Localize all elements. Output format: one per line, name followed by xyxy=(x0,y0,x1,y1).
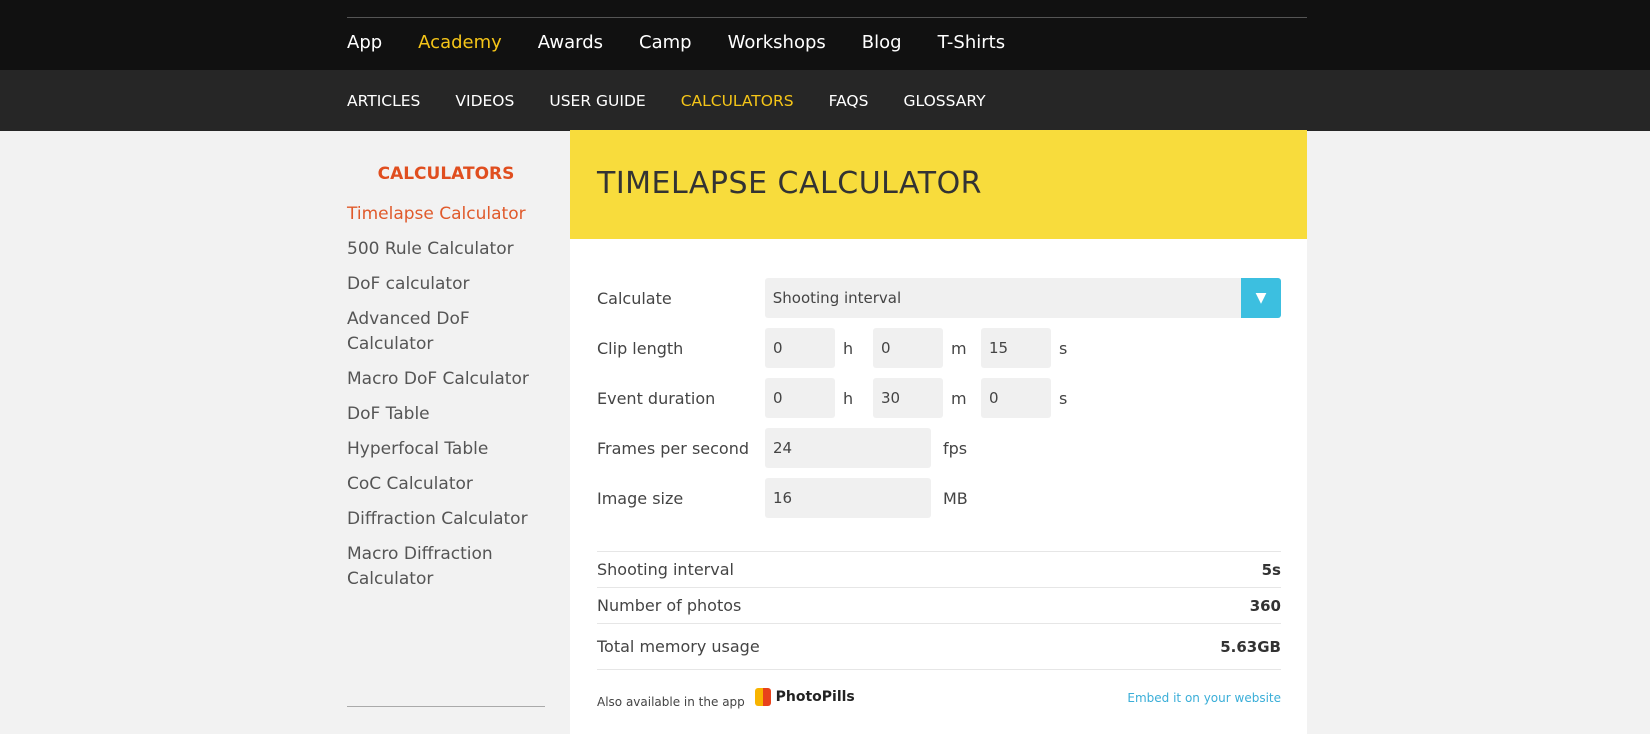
subnav-glossary[interactable]: GLOSSARY xyxy=(903,92,985,110)
clip-hours-input[interactable]: 0 xyxy=(765,328,835,368)
embed-link[interactable]: Embed it on your website xyxy=(1127,691,1281,705)
subnav-articles[interactable]: ARTICLES xyxy=(347,92,420,110)
nav-blog[interactable]: Blog xyxy=(862,32,902,53)
clip-minutes-input[interactable]: 0 xyxy=(873,328,943,368)
photopills-icon xyxy=(754,687,771,706)
unit-label: m xyxy=(951,388,967,408)
fps-label: Frames per second xyxy=(597,438,749,458)
divider xyxy=(347,17,1307,18)
sidebar-item[interactable]: Hyperfocal Table xyxy=(347,437,545,462)
event-seconds-input[interactable]: 0 xyxy=(981,378,1051,418)
result-label: Shooting interval xyxy=(597,560,734,579)
nav-workshops[interactable]: Workshops xyxy=(728,32,826,53)
result-label: Number of photos xyxy=(597,596,742,615)
clip-length-label: Clip length xyxy=(597,338,684,358)
sidebar-item[interactable]: 500 Rule Calculator xyxy=(347,237,545,262)
result-row: Total memory usage 5.63GB xyxy=(597,624,1281,670)
result-value: 5.63GB xyxy=(1220,637,1281,656)
sidebar-item[interactable]: DoF calculator xyxy=(347,272,545,297)
fps-unit: fps xyxy=(943,438,968,458)
calculator-panel: TIMELAPSE CALCULATOR Calculate Shooting … xyxy=(570,130,1307,734)
nav-app[interactable]: App xyxy=(347,32,382,53)
unit-label: h xyxy=(843,388,854,408)
subnav-faqs[interactable]: FAQS xyxy=(829,92,869,110)
calculate-label: Calculate xyxy=(597,288,672,308)
subnav-videos[interactable]: VIDEOS xyxy=(455,92,514,110)
sidebar-title: CALCULATORS xyxy=(377,164,515,184)
nav-academy[interactable]: Academy xyxy=(418,32,502,53)
result-label: Total memory usage xyxy=(597,637,760,656)
unit-label: m xyxy=(951,338,967,358)
image-size-input[interactable]: 16 xyxy=(765,478,931,518)
chevron-down-icon[interactable]: ▼ xyxy=(1241,278,1281,318)
nav-tshirts[interactable]: T-Shirts xyxy=(938,32,1006,53)
nav-awards[interactable]: Awards xyxy=(538,32,603,53)
results: Shooting interval 5s Number of photos 360 … xyxy=(597,551,1281,670)
sidebar-divider xyxy=(347,706,545,707)
sidebar-item[interactable]: CoC Calculator xyxy=(347,472,545,497)
result-value: 360 xyxy=(1249,596,1281,615)
app-name: PhotoPills xyxy=(775,688,855,705)
panel-footer: Also available in the app PhotoPills Emb… xyxy=(597,670,1281,726)
subnav-user-guide[interactable]: USER GUIDE xyxy=(549,92,645,110)
main-nav: App Academy Awards Camp Workshops Blog T… xyxy=(347,32,1005,53)
page-title: TIMELAPSE CALCULATOR xyxy=(570,130,1307,239)
sidebar-item[interactable]: Macro DoF Calculator xyxy=(347,367,545,392)
subnav-calculators[interactable]: CALCULATORS xyxy=(681,92,794,110)
event-minutes-input[interactable]: 30 xyxy=(873,378,943,418)
top-bar: App Academy Awards Camp Workshops Blog T… xyxy=(0,0,1650,70)
sidebar-item[interactable]: Macro Diffraction Calculator xyxy=(347,542,497,592)
result-value: 5s xyxy=(1261,560,1281,579)
photopills-logo[interactable]: PhotoPills xyxy=(754,687,855,706)
image-size-label: Image size xyxy=(597,488,684,508)
calculate-value: Shooting interval xyxy=(772,289,902,307)
sidebar-item[interactable]: Advanced DoF Calculator xyxy=(347,307,487,357)
sidebar-item[interactable]: Diffraction Calculator xyxy=(347,507,545,532)
event-hours-input[interactable]: 0 xyxy=(765,378,835,418)
sidebar-item[interactable]: DoF Table xyxy=(347,402,545,427)
available-text: Also available in the app xyxy=(597,694,745,709)
sidebar-item[interactable]: Timelapse Calculator xyxy=(347,202,545,227)
calculator-form: Calculate Shooting interval ▼ Clip lengt… xyxy=(570,239,1307,523)
unit-label: s xyxy=(1059,338,1068,358)
nav-camp[interactable]: Camp xyxy=(639,32,692,53)
result-row: Shooting interval 5s xyxy=(597,552,1281,588)
sidebar: CALCULATORS Timelapse Calculator 500 Rul… xyxy=(347,130,545,707)
sub-nav: ARTICLES VIDEOS USER GUIDE CALCULATORS F… xyxy=(0,70,1650,131)
calculate-select[interactable]: Shooting interval ▼ xyxy=(764,278,1281,318)
event-duration-label: Event duration xyxy=(597,388,716,408)
unit-label: s xyxy=(1059,388,1068,408)
image-size-unit: MB xyxy=(943,488,968,508)
unit-label: h xyxy=(843,338,854,358)
fps-input[interactable]: 24 xyxy=(765,428,931,468)
clip-seconds-input[interactable]: 15 xyxy=(981,328,1051,368)
result-row: Number of photos 360 xyxy=(597,588,1281,624)
